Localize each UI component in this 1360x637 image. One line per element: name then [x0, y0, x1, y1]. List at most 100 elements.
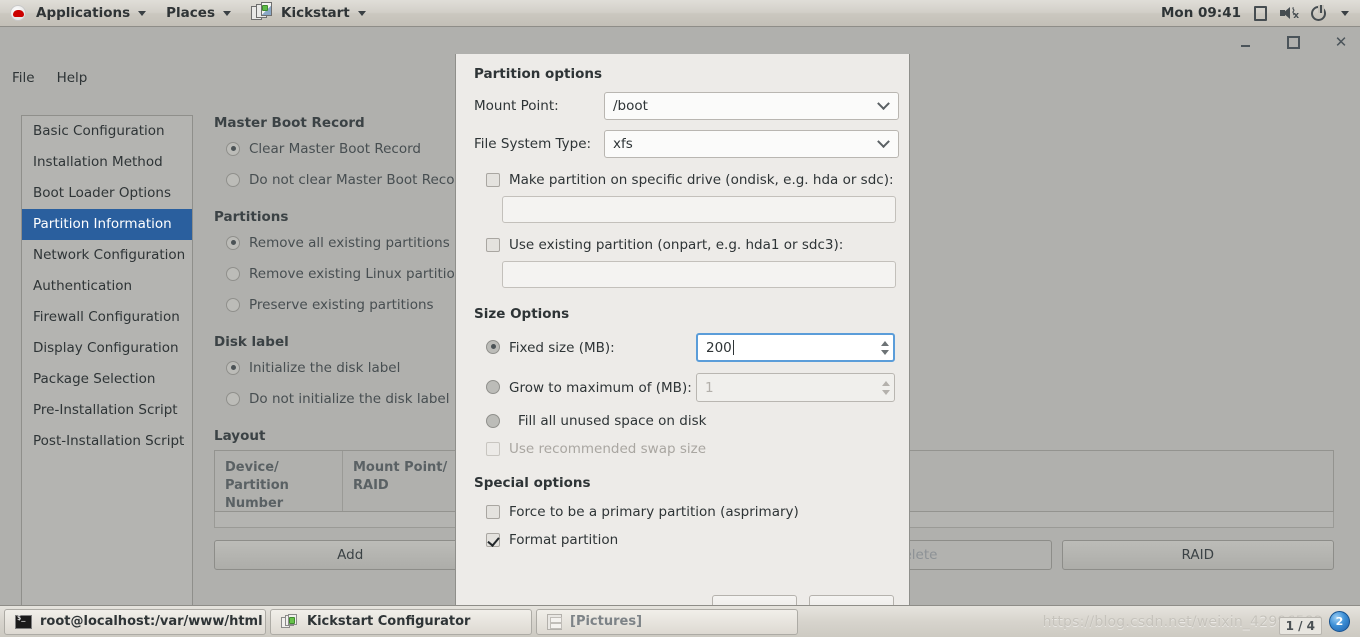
- sidebar-item-boot-loader-options[interactable]: Boot Loader Options: [22, 178, 192, 209]
- kickstart-window-menu[interactable]: Kickstart: [241, 0, 376, 27]
- radio-label: Remove existing Linux partition: [249, 265, 464, 282]
- chevron-down-icon: [222, 10, 231, 16]
- sidebar-item-post-installation-script[interactable]: Post-Installation Script: [22, 426, 192, 457]
- sidebar-item-basic-configuration[interactable]: Basic Configuration: [22, 116, 192, 147]
- raid-button[interactable]: RAID: [1061, 540, 1334, 570]
- stepper-down-icon[interactable]: [881, 349, 890, 355]
- workspace-badge[interactable]: 2: [1329, 611, 1350, 632]
- fixed-size-value: 200: [706, 339, 732, 356]
- radio-icon: [226, 235, 240, 250]
- radio-label: Clear Master Boot Record: [249, 140, 421, 157]
- kickstart-icon: [281, 613, 299, 630]
- spinner-steppers[interactable]: [882, 374, 891, 401]
- asprimary-row[interactable]: Force to be a primary partition (asprima…: [486, 504, 909, 520]
- fixed-size-label: Fixed size (MB):: [509, 339, 615, 356]
- onpart-checkbox-label: Use existing partition (onpart, e.g. hda…: [509, 237, 844, 253]
- menu-file[interactable]: File: [12, 70, 35, 86]
- taskbar-item-kickstart-label: Kickstart Configurator: [307, 614, 471, 629]
- minimize-button[interactable]: [1234, 31, 1256, 53]
- column-header-device: Device/ Partition Number: [215, 451, 343, 511]
- radio-icon: [226, 391, 240, 406]
- ondisk-input[interactable]: [502, 196, 896, 223]
- notes-icon[interactable]: [1254, 5, 1267, 21]
- power-icon[interactable]: [1311, 4, 1326, 21]
- file-manager-icon: [547, 613, 562, 630]
- grow-size-value: 1: [705, 379, 714, 396]
- sidebar-item-authentication[interactable]: Authentication: [22, 271, 192, 302]
- file-system-type-combobox[interactable]: xfs: [604, 130, 899, 158]
- kickstart-configurator-window: ✕ File Help Basic Configuration Installa…: [0, 27, 1360, 632]
- stepper-up-icon[interactable]: [882, 380, 891, 386]
- menu-help[interactable]: Help: [57, 70, 88, 86]
- fill-all-unused-row[interactable]: Fill all unused space on disk: [486, 413, 909, 429]
- radio-icon: [226, 266, 240, 281]
- top-panel: Applications Places Kickstart Mon 09:41 …: [0, 0, 1360, 27]
- file-system-type-label: File System Type:: [474, 136, 592, 152]
- ondisk-checkbox[interactable]: [486, 173, 500, 187]
- workspace-indicator[interactable]: 1 / 4: [1278, 617, 1322, 635]
- maximize-button[interactable]: [1282, 31, 1304, 53]
- grow-label-wrap[interactable]: Grow to maximum of (MB):: [486, 379, 696, 396]
- navigation-sidebar: Basic Configuration Installation Method …: [21, 115, 193, 607]
- fixed-size-row: Fixed size (MB): 200: [486, 333, 909, 362]
- fixed-size-spinbox[interactable]: 200: [696, 333, 895, 362]
- text-cursor: [732, 340, 734, 355]
- column-header-mount-point: Mount Point/ RAID: [343, 451, 463, 511]
- taskbar-item-terminal-label: root@localhost:/var/www/html: [40, 614, 263, 629]
- mount-point-value: /boot: [613, 98, 648, 114]
- sidebar-item-network-configuration[interactable]: Network Configuration: [22, 240, 192, 271]
- mount-point-label: Mount Point:: [474, 98, 559, 114]
- radio-icon: [486, 379, 500, 394]
- stepper-down-icon[interactable]: [882, 389, 891, 395]
- onpart-checkbox[interactable]: [486, 238, 500, 252]
- format-partition-row[interactable]: Format partition: [486, 532, 909, 548]
- stepper-up-icon[interactable]: [881, 340, 890, 346]
- partition-options-dialog: Partition options Mount Point: /boot Fil…: [455, 54, 910, 632]
- mount-point-combobox[interactable]: /boot: [604, 92, 899, 120]
- onpart-input[interactable]: [502, 261, 896, 288]
- grow-size-spinbox[interactable]: 1: [696, 373, 895, 402]
- taskbar-item-terminal[interactable]: root@localhost:/var/www/html: [4, 608, 266, 635]
- mount-point-row: Mount Point: /boot: [474, 92, 909, 120]
- taskbar-item-pictures[interactable]: [Pictures]: [536, 608, 798, 635]
- close-button[interactable]: ✕: [1330, 31, 1352, 53]
- fixed-size-label-wrap[interactable]: Fixed size (MB):: [486, 339, 696, 356]
- onpart-checkbox-row[interactable]: Use existing partition (onpart, e.g. hda…: [486, 237, 909, 253]
- sidebar-item-installation-method[interactable]: Installation Method: [22, 147, 192, 178]
- chevron-down-icon[interactable]: [1341, 10, 1349, 16]
- sidebar-item-pre-installation-script[interactable]: Pre-Installation Script: [22, 395, 192, 426]
- radio-label: Do not clear Master Boot Reco: [249, 171, 455, 188]
- sidebar-item-package-selection[interactable]: Package Selection: [22, 364, 192, 395]
- recommended-swap-row[interactable]: Use recommended swap size: [486, 441, 909, 457]
- places-menu[interactable]: Places: [156, 0, 241, 27]
- radio-icon: [486, 414, 500, 428]
- size-options-title: Size Options: [474, 306, 570, 322]
- special-options-title: Special options: [474, 475, 591, 491]
- applications-menu[interactable]: Applications: [0, 0, 156, 27]
- taskbar: root@localhost:/var/www/html Kickstart C…: [0, 605, 1360, 637]
- grow-label: Grow to maximum of (MB):: [509, 379, 692, 396]
- chevron-down-icon: [138, 10, 147, 16]
- chevron-down-icon[interactable]: [868, 131, 898, 157]
- format-partition-checkbox[interactable]: [486, 533, 500, 547]
- taskbar-item-kickstart[interactable]: Kickstart Configurator: [270, 608, 532, 635]
- recommended-swap-label: Use recommended swap size: [509, 441, 707, 457]
- watermark-area: https://blog.csdn.net/weixin_42996582 1 …: [1043, 611, 1356, 635]
- recommended-swap-checkbox[interactable]: [486, 442, 500, 456]
- panel-status-area: Mon 09:41 ⌇ x: [1161, 4, 1360, 21]
- asprimary-checkbox[interactable]: [486, 505, 500, 519]
- redhat-logo-icon: [10, 5, 26, 21]
- sidebar-item-partition-information[interactable]: Partition Information: [22, 209, 192, 240]
- add-button[interactable]: Add: [214, 540, 487, 570]
- menu-bar: File Help: [0, 63, 440, 93]
- applications-menu-label: Applications: [36, 5, 131, 21]
- chevron-down-icon[interactable]: [868, 93, 898, 119]
- kickstart-icon: [250, 2, 273, 24]
- ondisk-checkbox-row[interactable]: Make partition on specific drive (ondisk…: [486, 172, 909, 188]
- sidebar-item-display-configuration[interactable]: Display Configuration: [22, 333, 192, 364]
- sidebar-item-firewall-configuration[interactable]: Firewall Configuration: [22, 302, 192, 333]
- volume-muted-icon[interactable]: ⌇ x: [1280, 6, 1299, 21]
- radio-icon: [226, 360, 240, 375]
- spinner-steppers[interactable]: [881, 335, 890, 360]
- clock-label: Mon 09:41: [1161, 5, 1241, 21]
